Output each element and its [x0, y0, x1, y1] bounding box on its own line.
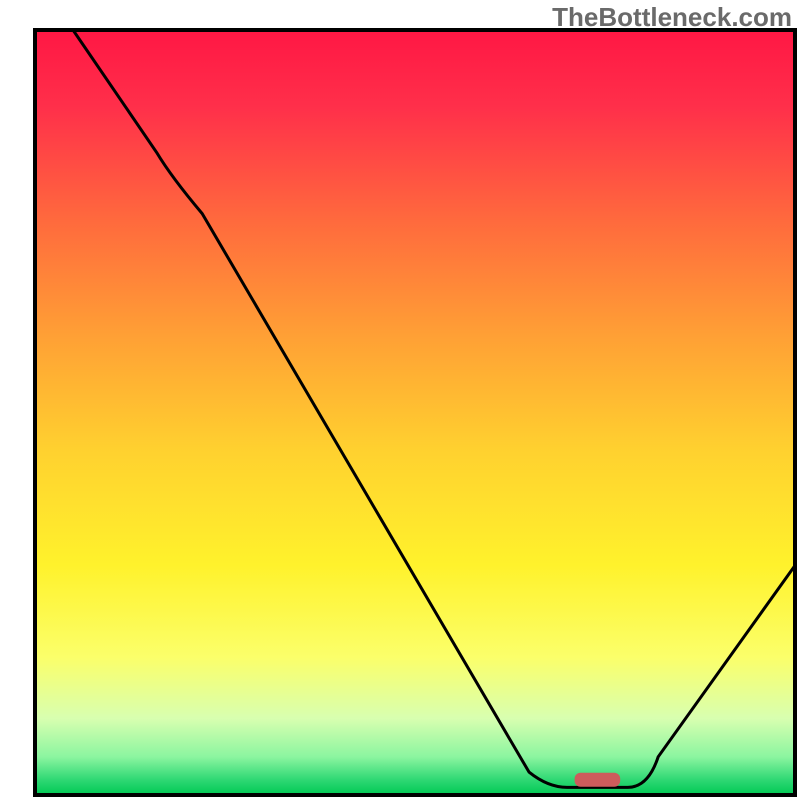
gradient-background — [35, 30, 795, 795]
plot-area — [35, 30, 795, 795]
chart-container: TheBottleneck.com — [0, 0, 800, 800]
bottleneck-chart — [0, 0, 800, 800]
optimal-marker — [575, 773, 621, 787]
watermark-text: TheBottleneck.com — [552, 2, 792, 33]
